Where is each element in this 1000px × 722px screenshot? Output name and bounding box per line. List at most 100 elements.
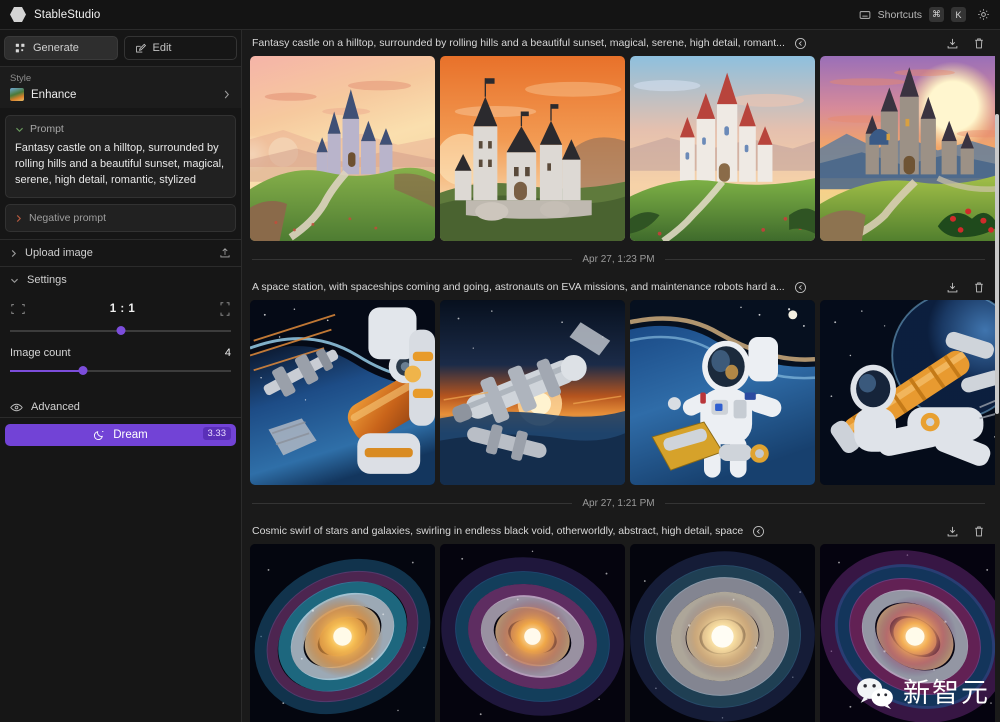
divider-line (664, 503, 986, 504)
aspect-ratio-value: 1 : 1 (109, 303, 136, 315)
advanced-row[interactable]: Advanced (0, 393, 241, 417)
kbd-cmd[interactable]: ⌘ (929, 7, 944, 22)
style-selector[interactable]: Enhance (10, 88, 231, 101)
style-section[interactable]: Style Enhance (0, 66, 241, 108)
generation-prompt[interactable]: A space station, with spaceships coming … (252, 281, 785, 293)
download-icon[interactable] (946, 525, 959, 538)
generated-image[interactable] (630, 56, 815, 241)
generated-image[interactable] (250, 300, 435, 485)
generated-image[interactable] (630, 544, 815, 722)
tab-generate[interactable]: Generate (4, 36, 118, 60)
settings-body: 1 : 1 Image count 4 (0, 293, 241, 393)
upload-image-row[interactable]: Upload image (0, 239, 241, 266)
generated-image[interactable] (440, 300, 625, 485)
chevron-right-icon[interactable] (10, 249, 17, 258)
slider-thumb[interactable] (116, 326, 125, 335)
brand: StableStudio (10, 6, 101, 23)
eye-icon (10, 402, 23, 413)
generated-image[interactable] (440, 56, 625, 241)
prompt-title: Prompt (30, 123, 64, 135)
generation-prompt[interactable]: Fantasy castle on a hilltop, surrounded … (252, 37, 785, 49)
generated-image[interactable] (820, 300, 995, 485)
keyboard-icon (859, 9, 871, 21)
image-row (250, 300, 995, 489)
generation-actions (946, 37, 985, 50)
chevron-right-icon[interactable] (222, 89, 231, 100)
dream-label: Dream (113, 429, 148, 441)
generation-header: Cosmic swirl of stars and galaxies, swir… (250, 518, 987, 544)
chevron-down-icon[interactable] (10, 277, 19, 284)
app-title: StableStudio (34, 8, 101, 21)
arrow-circle-left-icon[interactable] (794, 37, 807, 50)
style-label: Style (10, 73, 32, 84)
kbd-k[interactable]: K (951, 7, 966, 22)
generation-group: A space station, with spaceships coming … (242, 274, 995, 489)
main-content: Fantasy castle on a hilltop, surrounded … (242, 30, 1000, 722)
image-count-label: Image count (10, 347, 71, 359)
wechat-icon (855, 676, 895, 710)
main-scrollbar[interactable] (995, 114, 999, 414)
style-value: Enhance (31, 88, 77, 101)
generation-actions (946, 281, 985, 294)
generated-image[interactable] (250, 56, 435, 241)
divider-line (252, 503, 573, 504)
arrow-circle-left-icon[interactable] (794, 281, 807, 294)
mode-tabs: Generate Edit (0, 30, 241, 66)
date-label: Apr 27, 1:21 PM (582, 498, 655, 509)
download-icon[interactable] (946, 281, 959, 294)
generation-header: A space station, with spaceships coming … (250, 274, 987, 300)
image-count-slider[interactable] (10, 365, 231, 377)
top-bar-actions: Shortcuts ⌘ K (859, 7, 990, 22)
prompt-card[interactable]: Prompt Fantasy castle on a hilltop, surr… (5, 115, 236, 198)
generation-group: Fantasy castle on a hilltop, surrounded … (242, 30, 995, 245)
aspect-ratio-row: 1 : 1 (10, 301, 231, 317)
pencil-square-icon (135, 43, 146, 54)
generated-image[interactable] (820, 56, 995, 241)
landscape-frame-icon[interactable] (10, 302, 26, 316)
hexagon-logo-icon (10, 6, 26, 23)
slider-fill (10, 370, 83, 372)
trash-icon[interactable] (973, 525, 985, 538)
negative-prompt-title: Negative prompt (29, 212, 107, 224)
generation-actions (946, 525, 985, 538)
tab-edit-label: Edit (152, 42, 172, 54)
image-row (250, 56, 995, 245)
chevron-right-icon[interactable] (15, 214, 22, 223)
upload-icon[interactable] (219, 247, 231, 259)
watermark-text: 新智元 (903, 677, 990, 709)
advanced-label: Advanced (31, 401, 80, 413)
divider-line (664, 259, 986, 260)
arrow-circle-left-icon[interactable] (752, 525, 765, 538)
generated-image[interactable] (630, 300, 815, 485)
sidebar: Generate Edit Style Enhance Prompt Fanta… (0, 30, 242, 722)
generated-image[interactable] (250, 544, 435, 722)
chevron-down-icon[interactable] (15, 126, 24, 133)
gear-icon[interactable] (977, 8, 990, 21)
slider-thumb[interactable] (78, 366, 88, 375)
negative-prompt-card[interactable]: Negative prompt (5, 204, 236, 232)
image-count-row: Image count 4 (10, 347, 231, 359)
download-icon[interactable] (946, 37, 959, 50)
date-label: Apr 27, 1:23 PM (582, 254, 655, 265)
watermark: 新智元 (855, 676, 990, 710)
style-preview-icon (10, 88, 24, 101)
upload-image-label: Upload image (25, 247, 93, 259)
image-count-value: 4 (224, 347, 231, 359)
divider-line (252, 259, 573, 260)
aspect-ratio-slider[interactable] (10, 325, 231, 337)
generation-prompt[interactable]: Cosmic swirl of stars and galaxies, swir… (252, 525, 743, 537)
settings-row[interactable]: Settings (0, 266, 241, 293)
generated-image[interactable] (440, 544, 625, 722)
settings-label: Settings (27, 274, 67, 286)
sidebar-filler (0, 453, 241, 722)
prompt-card-header[interactable]: Prompt (15, 123, 226, 135)
dream-button-wrap: Dream 3.33 (0, 417, 241, 453)
trash-icon[interactable] (973, 37, 985, 50)
grid-icon (15, 43, 26, 54)
portrait-frame-icon[interactable] (219, 301, 231, 317)
trash-icon[interactable] (973, 281, 985, 294)
tab-edit[interactable]: Edit (123, 36, 237, 60)
shortcuts-label[interactable]: Shortcuts (878, 9, 922, 21)
dream-button[interactable]: Dream 3.33 (5, 424, 236, 446)
prompt-input[interactable]: Fantasy castle on a hilltop, surrounded … (15, 140, 226, 188)
